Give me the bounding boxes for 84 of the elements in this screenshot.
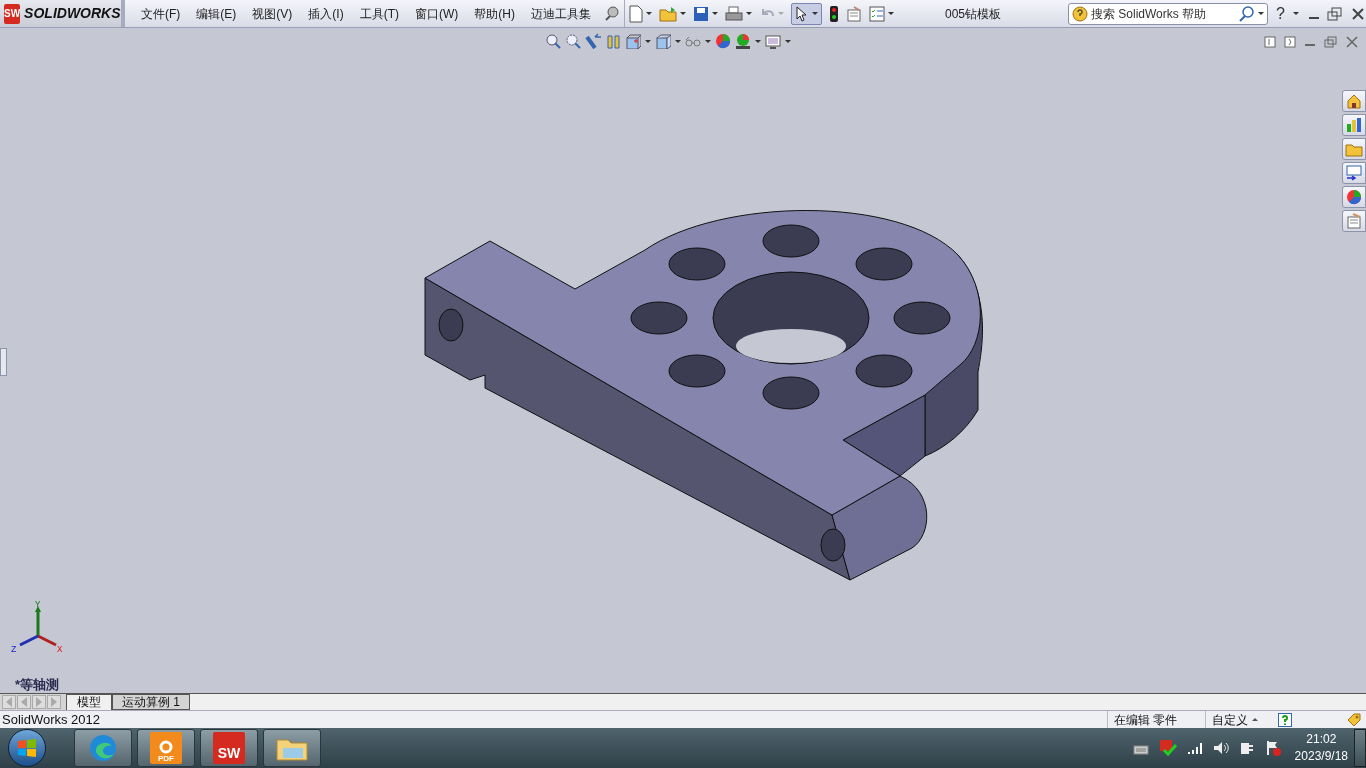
caret-icon[interactable] xyxy=(746,12,752,15)
axis-label: X xyxy=(57,644,63,657)
menu-item[interactable]: 工具(T) xyxy=(352,2,406,25)
menu-item[interactable]: 迈迪工具集 xyxy=(524,2,598,25)
options-icon[interactable] xyxy=(846,5,862,22)
taskbar-app-button[interactable]: SW xyxy=(200,729,258,767)
logo-text: SOLIDWORKS xyxy=(24,4,121,23)
appearance-icon[interactable] xyxy=(1342,186,1366,208)
caret-icon[interactable] xyxy=(712,12,718,15)
axis-label: Z xyxy=(11,644,17,657)
solidworks-app-icon: SW xyxy=(213,732,245,764)
checklist-icon[interactable] xyxy=(869,5,885,22)
tile-left-icon[interactable] xyxy=(1264,36,1276,48)
folder-icon[interactable] xyxy=(1342,138,1366,160)
traffic-light-icon[interactable] xyxy=(829,4,839,23)
custom-properties-icon[interactable] xyxy=(1342,210,1366,232)
previous-view-icon[interactable] xyxy=(585,33,601,49)
search-icon[interactable] xyxy=(1239,5,1255,22)
print-icon[interactable] xyxy=(725,5,743,22)
new-document-icon[interactable] xyxy=(629,4,643,23)
caret-icon xyxy=(1252,717,1258,722)
taskbar-app-button[interactable] xyxy=(263,729,321,767)
view-name-label: *等轴测 xyxy=(15,676,60,694)
caret-icon[interactable] xyxy=(1292,12,1299,15)
axis-label: Y xyxy=(35,599,41,612)
help-button[interactable]: ? xyxy=(1276,1,1285,26)
signal-icon[interactable] xyxy=(1186,741,1203,755)
view-settings-icon[interactable] xyxy=(765,33,781,49)
volume-icon[interactable] xyxy=(1212,741,1229,755)
taskbar-app-button[interactable] xyxy=(74,729,132,767)
caret-icon[interactable] xyxy=(645,39,651,43)
caret-icon[interactable] xyxy=(646,12,652,15)
app-version-text: SolidWorks 2012 xyxy=(2,710,101,729)
security-check-icon[interactable] xyxy=(1158,739,1177,757)
select-button[interactable] xyxy=(791,2,822,25)
caret-icon[interactable] xyxy=(680,12,686,15)
menu-item[interactable]: 帮助(H) xyxy=(467,2,522,25)
view-palette-icon[interactable] xyxy=(1342,162,1366,184)
menu-item[interactable]: 编辑(E) xyxy=(189,2,244,25)
pin-icon[interactable] xyxy=(604,5,620,22)
view-orientation-icon[interactable] xyxy=(625,33,641,49)
tab[interactable]: 模型 xyxy=(66,694,112,710)
logo-badge: SW xyxy=(4,3,21,24)
menu-item[interactable]: 文件(F) xyxy=(134,2,188,25)
menu-item[interactable]: 插入(I) xyxy=(301,2,351,25)
search-field[interactable]: 搜索 SolidWorks 帮助 xyxy=(1068,2,1268,25)
search-input[interactable]: 搜索 SolidWorks 帮助 xyxy=(1091,4,1236,23)
restore-icon[interactable] xyxy=(1326,6,1343,21)
start-button[interactable] xyxy=(8,729,46,767)
show-desktop-button[interactable] xyxy=(1354,729,1366,767)
scene-icon[interactable] xyxy=(735,33,751,49)
caret-icon[interactable] xyxy=(705,39,711,43)
zoom-fit-icon[interactable] xyxy=(545,33,561,49)
menu-item[interactable]: 视图(V) xyxy=(245,2,300,25)
edge-app-icon xyxy=(88,733,118,763)
action-center-flag-icon[interactable] xyxy=(1264,740,1281,756)
library-icon[interactable] xyxy=(1342,114,1366,136)
caret-icon xyxy=(812,12,818,15)
caret-icon[interactable] xyxy=(785,39,791,43)
save-icon[interactable] xyxy=(693,5,709,22)
caret-icon[interactable] xyxy=(675,39,681,43)
tile-right-icon[interactable] xyxy=(1284,36,1296,48)
section-view-icon[interactable] xyxy=(605,33,621,49)
help-icon[interactable] xyxy=(1072,5,1088,22)
power-plug-icon[interactable] xyxy=(1238,740,1255,756)
caret-icon[interactable] xyxy=(888,12,894,15)
help-icon[interactable] xyxy=(1278,712,1292,727)
tab[interactable]: 运动算例 1 xyxy=(112,694,190,710)
close-icon[interactable] xyxy=(1350,6,1365,21)
windows-logo-icon xyxy=(17,738,37,758)
display-style-icon[interactable] xyxy=(655,33,671,49)
clock-time[interactable]: 21:02 xyxy=(1306,731,1337,748)
clock-date[interactable]: 2023/9/18 xyxy=(1294,748,1348,765)
caret-icon[interactable] xyxy=(1258,12,1264,15)
document-title: 005钻模板 xyxy=(943,5,1002,23)
panel-expand-handle[interactable] xyxy=(0,348,7,376)
menu-item[interactable]: 窗口(W) xyxy=(408,2,466,25)
tag-icon[interactable] xyxy=(1346,712,1362,727)
zoom-area-icon[interactable] xyxy=(565,33,581,49)
home-icon[interactable] xyxy=(1342,90,1366,112)
appearance-icon[interactable] xyxy=(715,33,731,49)
pdf-app-icon: PDF xyxy=(150,732,182,764)
caret-icon[interactable] xyxy=(755,39,761,43)
pointer-icon xyxy=(795,5,809,22)
